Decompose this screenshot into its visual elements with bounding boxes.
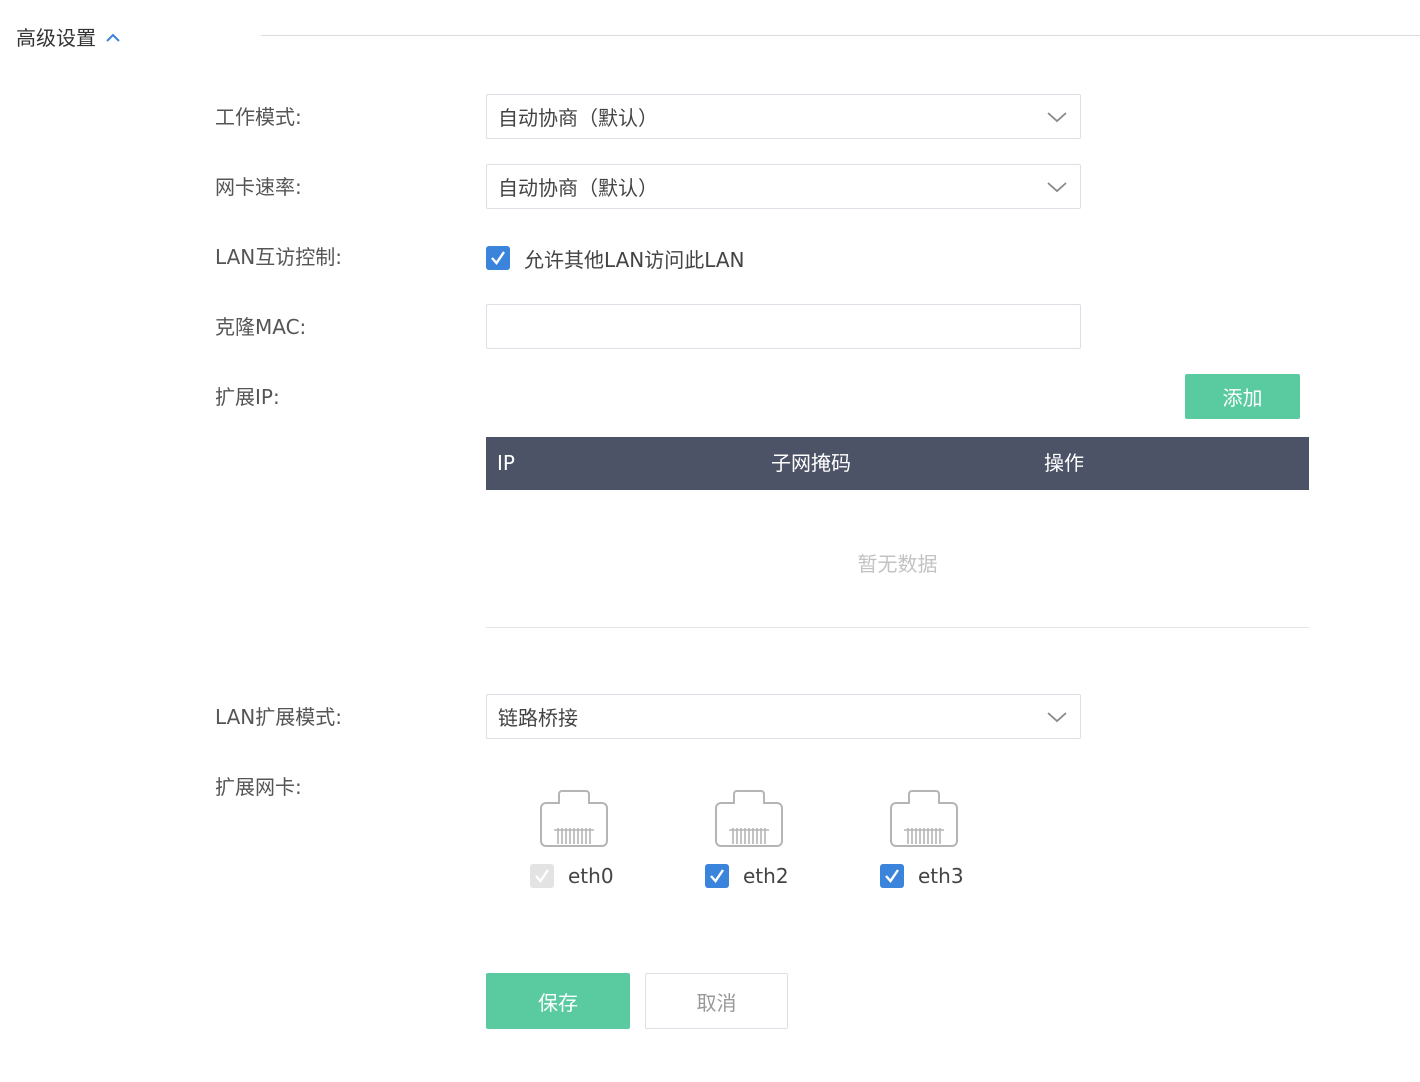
advanced-settings-toggle[interactable]: 高级设置 bbox=[16, 22, 122, 51]
port-eth0-checkbox-row: eth0 bbox=[530, 864, 614, 888]
cancel-button[interactable]: 取消 bbox=[645, 973, 788, 1029]
nic-rate-value: 自动协商（默认） bbox=[498, 176, 658, 200]
empty-state-text: 暂无数据 bbox=[857, 552, 938, 576]
lan-access-checkbox[interactable] bbox=[486, 246, 510, 270]
port-eth3-checkbox[interactable] bbox=[880, 864, 904, 888]
chevron-up-icon bbox=[104, 28, 122, 46]
column-header-subnet-mask: 子网掩码 bbox=[771, 451, 851, 475]
chevron-down-icon bbox=[1047, 181, 1067, 192]
section-title: 高级设置 bbox=[16, 26, 96, 50]
work-mode-select[interactable]: 自动协商（默认） bbox=[486, 94, 1081, 139]
add-ip-button[interactable]: 添加 bbox=[1185, 374, 1300, 419]
port-eth2-checkbox-row[interactable]: eth2 bbox=[705, 864, 789, 888]
lan-access-label: LAN互访控制: bbox=[215, 245, 342, 269]
table-body: 暂无数据 bbox=[486, 490, 1309, 628]
checkmark-icon bbox=[491, 251, 505, 265]
checkmark-icon bbox=[710, 869, 724, 883]
checkmark-icon bbox=[885, 869, 899, 883]
ext-ip-label: 扩展IP: bbox=[215, 385, 280, 409]
save-button[interactable]: 保存 bbox=[486, 973, 630, 1029]
ethernet-port-icon bbox=[715, 790, 783, 847]
port-eth2: eth2 bbox=[705, 788, 880, 888]
ext-ip-table: IP 子网掩码 操作 暂无数据 bbox=[486, 437, 1309, 628]
chevron-down-icon bbox=[1047, 711, 1067, 722]
lan-access-checkbox-label: 允许其他LAN访问此LAN bbox=[524, 247, 745, 272]
lan-ext-mode-label: LAN扩展模式: bbox=[215, 705, 342, 729]
port-eth3-label: eth3 bbox=[918, 864, 964, 888]
lan-ext-mode-select[interactable]: 链路桥接 bbox=[486, 694, 1081, 739]
checkmark-icon bbox=[535, 869, 549, 883]
advanced-settings-page: 高级设置 工作模式: 自动协商（默认） 网卡速率: 自动协商（默认） LAN互访… bbox=[0, 0, 1420, 1082]
nic-rate-select[interactable]: 自动协商（默认） bbox=[486, 164, 1081, 209]
column-header-action: 操作 bbox=[1044, 451, 1084, 475]
ethernet-port-icon bbox=[890, 790, 958, 847]
port-eth0: eth0 bbox=[530, 788, 705, 888]
ext-nic-label: 扩展网卡: bbox=[215, 775, 302, 799]
lan-ext-mode-value: 链路桥接 bbox=[498, 706, 578, 730]
clone-mac-label: 克隆MAC: bbox=[215, 315, 307, 339]
chevron-down-icon bbox=[1047, 111, 1067, 122]
work-mode-value: 自动协商（默认） bbox=[498, 106, 658, 130]
work-mode-label: 工作模式: bbox=[215, 105, 302, 129]
column-header-ip: IP bbox=[497, 451, 515, 475]
section-divider bbox=[261, 35, 1420, 36]
lan-access-checkbox-row[interactable]: 允许其他LAN访问此LAN bbox=[486, 242, 745, 274]
port-eth3-checkbox-row[interactable]: eth3 bbox=[880, 864, 964, 888]
ext-nic-ports: eth0 eth2 eth3 bbox=[530, 788, 1055, 888]
port-eth0-checkbox bbox=[530, 864, 554, 888]
port-eth2-label: eth2 bbox=[743, 864, 789, 888]
nic-rate-label: 网卡速率: bbox=[215, 175, 302, 199]
ethernet-port-icon bbox=[540, 790, 608, 847]
port-eth2-checkbox[interactable] bbox=[705, 864, 729, 888]
clone-mac-input[interactable] bbox=[486, 304, 1081, 349]
port-eth3: eth3 bbox=[880, 788, 1055, 888]
table-header: IP 子网掩码 操作 bbox=[486, 437, 1309, 490]
port-eth0-label: eth0 bbox=[568, 864, 614, 888]
